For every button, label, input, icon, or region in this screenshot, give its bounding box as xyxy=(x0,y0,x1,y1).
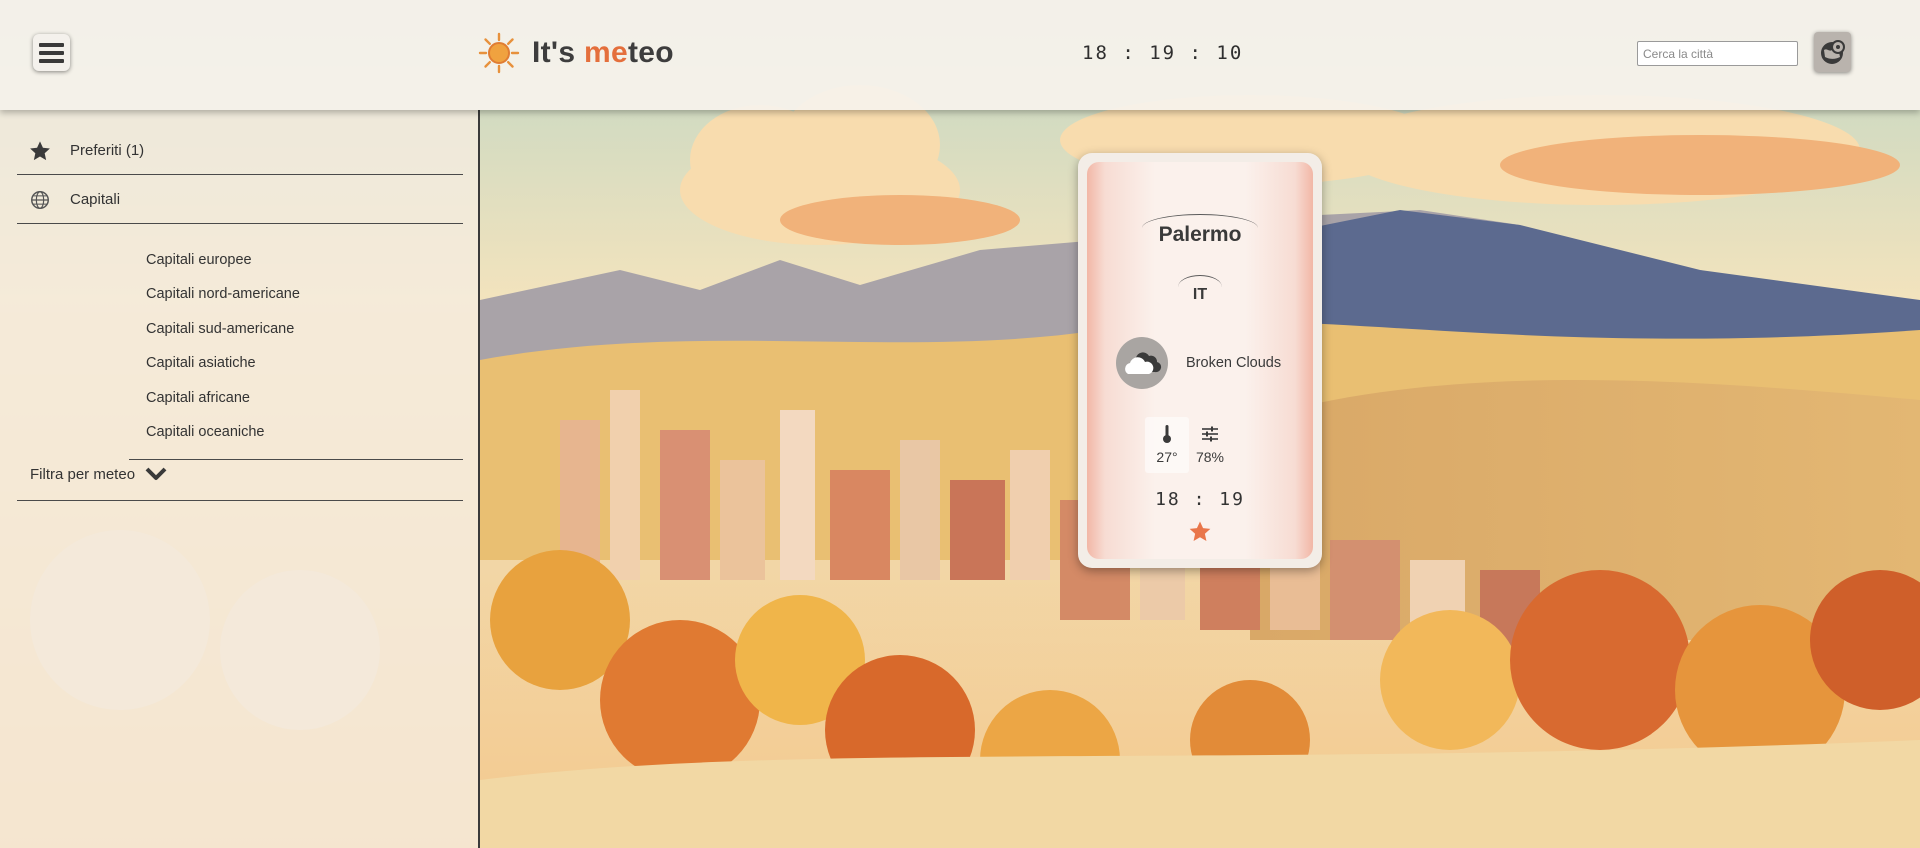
globe-icon xyxy=(27,187,53,213)
submenu-item[interactable]: Capitali asiatiche xyxy=(146,355,256,371)
local-time: 18 : 19 xyxy=(1155,489,1245,510)
filter-label: Filtra per meteo xyxy=(30,465,136,483)
weather-filter-toggle[interactable]: Filtra per meteo xyxy=(17,448,463,501)
header-clock: 18 : 19 : 10 xyxy=(1082,42,1244,64)
city-name: Palermo xyxy=(1142,214,1258,247)
top-header: It's meteo 18 : 19 : 10 xyxy=(0,0,1920,110)
broken-clouds-icon xyxy=(1116,337,1168,389)
favorite-star-icon[interactable] xyxy=(1188,520,1212,548)
weather-condition: Broken Clouds xyxy=(1186,355,1282,371)
sidebar-item-label: Preferiti (1) xyxy=(70,142,145,159)
app-logo[interactable]: It's meteo xyxy=(478,32,674,74)
capitals-submenu: Capitali europee Capitali nord-americane… xyxy=(129,238,463,460)
submenu-item[interactable]: Capitali sud-americane xyxy=(146,321,294,337)
sidebar-item-favorites[interactable]: Preferiti (1) xyxy=(17,127,463,175)
humidity-sliders-icon xyxy=(1188,423,1232,445)
temperature-stat: 27° xyxy=(1145,417,1189,473)
humidity-value: 78% xyxy=(1195,449,1225,465)
sidebar: Preferiti (1) Capitali Capitali europee … xyxy=(0,110,480,848)
sidebar-item-capitals[interactable]: Capitali xyxy=(17,176,463,224)
geolocation-button[interactable] xyxy=(1814,32,1851,72)
submenu-item[interactable]: Capitali africane xyxy=(146,390,250,406)
star-icon xyxy=(27,138,53,164)
app-title: It's meteo xyxy=(532,36,674,69)
menu-button[interactable] xyxy=(33,34,70,71)
submenu-item[interactable]: Capitali nord-americane xyxy=(146,286,300,302)
humidity-stat: 78% xyxy=(1188,417,1232,465)
hamburger-icon xyxy=(39,58,64,63)
weather-card[interactable]: Palermo IT Broken Clouds 27° 78% 18: 19 xyxy=(1078,153,1322,568)
thermometer-icon xyxy=(1145,423,1189,445)
hamburger-icon xyxy=(39,50,64,55)
weather-card-body: Palermo IT Broken Clouds 27° 78% 18: 19 xyxy=(1087,162,1313,559)
city-search-input[interactable] xyxy=(1637,41,1798,66)
hamburger-icon xyxy=(39,42,64,47)
temperature-value: 27° xyxy=(1156,449,1178,465)
chevron-down-icon xyxy=(145,466,167,482)
submenu-item[interactable]: Capitali europee xyxy=(146,252,252,268)
sun-icon xyxy=(478,32,520,74)
country-code: IT xyxy=(1178,275,1222,304)
submenu-item[interactable]: Capitali oceaniche xyxy=(146,424,265,440)
globe-location-icon xyxy=(1820,40,1845,64)
sidebar-item-label: Capitali xyxy=(70,191,121,208)
